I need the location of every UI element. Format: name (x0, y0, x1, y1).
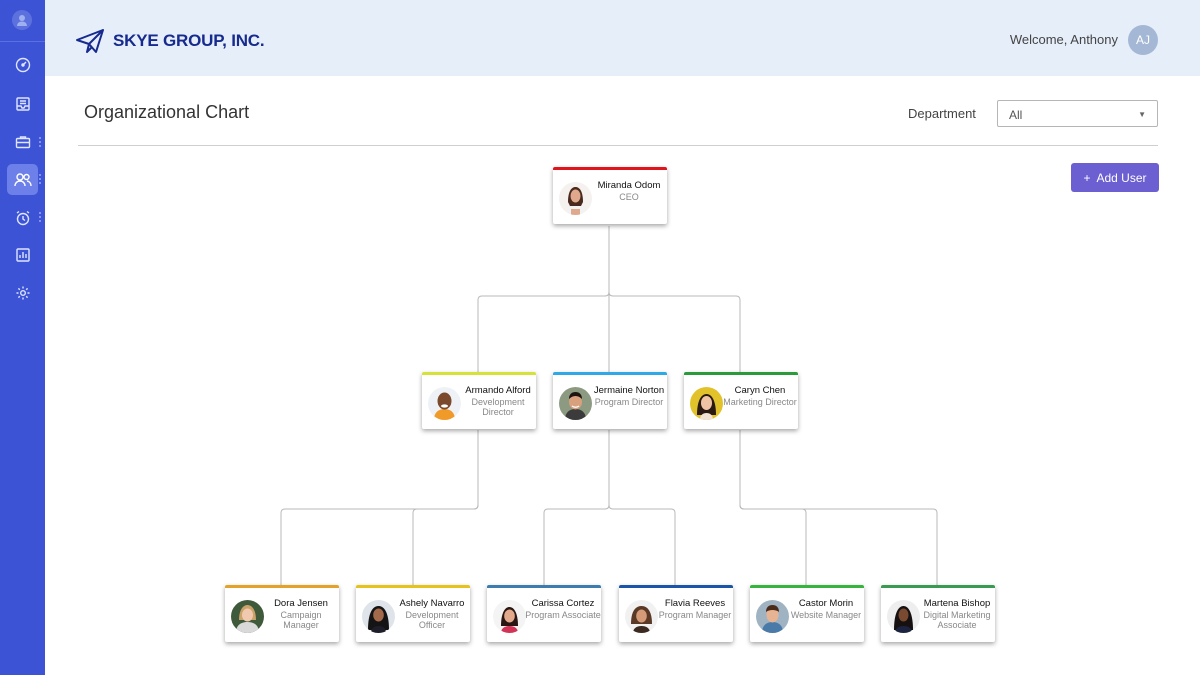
org-card-staff[interactable]: Ashely Navarro Development Officer (356, 585, 470, 642)
avatar (559, 387, 592, 420)
avatar (625, 600, 658, 633)
connector-dir3-right (739, 504, 938, 586)
person-role: Program Director (594, 397, 664, 407)
person-name: Ashely Navarro (399, 598, 465, 609)
connector-dir1-right (412, 504, 479, 586)
avatar (493, 600, 526, 633)
avatar (231, 600, 264, 633)
avatar (756, 600, 789, 633)
avatar (362, 600, 395, 633)
org-card-director[interactable]: Caryn Chen Marketing Director (684, 372, 798, 429)
connector-dir3-left (739, 430, 807, 586)
avatar (559, 182, 592, 215)
person-role: CEO (619, 192, 639, 202)
avatar (690, 387, 723, 420)
person-name: Jermaine Norton (593, 385, 665, 396)
person-name: Dora Jensen (274, 598, 328, 609)
person-role: Website Manager (790, 610, 862, 620)
connector-ceo-trunk (477, 226, 610, 373)
avatar (428, 387, 461, 420)
person-role: Campaign Manager (280, 610, 322, 630)
org-card-director[interactable]: Armando Alford Development Director (422, 372, 536, 429)
person-name: Caryn Chen (734, 385, 786, 396)
person-role: Program Associate (525, 610, 601, 620)
org-card-ceo[interactable]: Miranda Odom CEO (553, 167, 667, 224)
avatar (887, 600, 920, 633)
connector-ceo-right (608, 291, 741, 373)
person-name: Miranda Odom (597, 180, 661, 191)
person-role: Program Manager (658, 610, 732, 620)
connector-dir2-left (543, 430, 610, 586)
person-name: Carissa Cortez (531, 598, 595, 609)
person-role: Development Director (471, 397, 525, 417)
org-card-staff[interactable]: Carissa Cortez Program Associate (487, 585, 601, 642)
org-card-staff[interactable]: Martena Bishop Digital Marketing Associa… (881, 585, 995, 642)
connector-dir1-left (280, 430, 479, 586)
person-role: Marketing Director (723, 397, 797, 407)
person-role: Digital Marketing Associate (923, 610, 991, 630)
person-name: Flavia Reeves (664, 598, 726, 609)
org-chart-connectors (280, 226, 938, 586)
person-name: Martena Bishop (923, 598, 991, 609)
org-card-staff[interactable]: Castor Morin Website Manager (750, 585, 864, 642)
person-name: Armando Alford (465, 385, 531, 396)
person-role: Development Officer (405, 610, 459, 630)
org-card-staff[interactable]: Dora Jensen Campaign Manager (225, 585, 339, 642)
person-name: Castor Morin (798, 598, 854, 609)
org-card-director[interactable]: Jermaine Norton Program Director (553, 372, 667, 429)
connector-dir2-right (608, 504, 676, 586)
org-card-staff[interactable]: Flavia Reeves Program Manager (619, 585, 733, 642)
